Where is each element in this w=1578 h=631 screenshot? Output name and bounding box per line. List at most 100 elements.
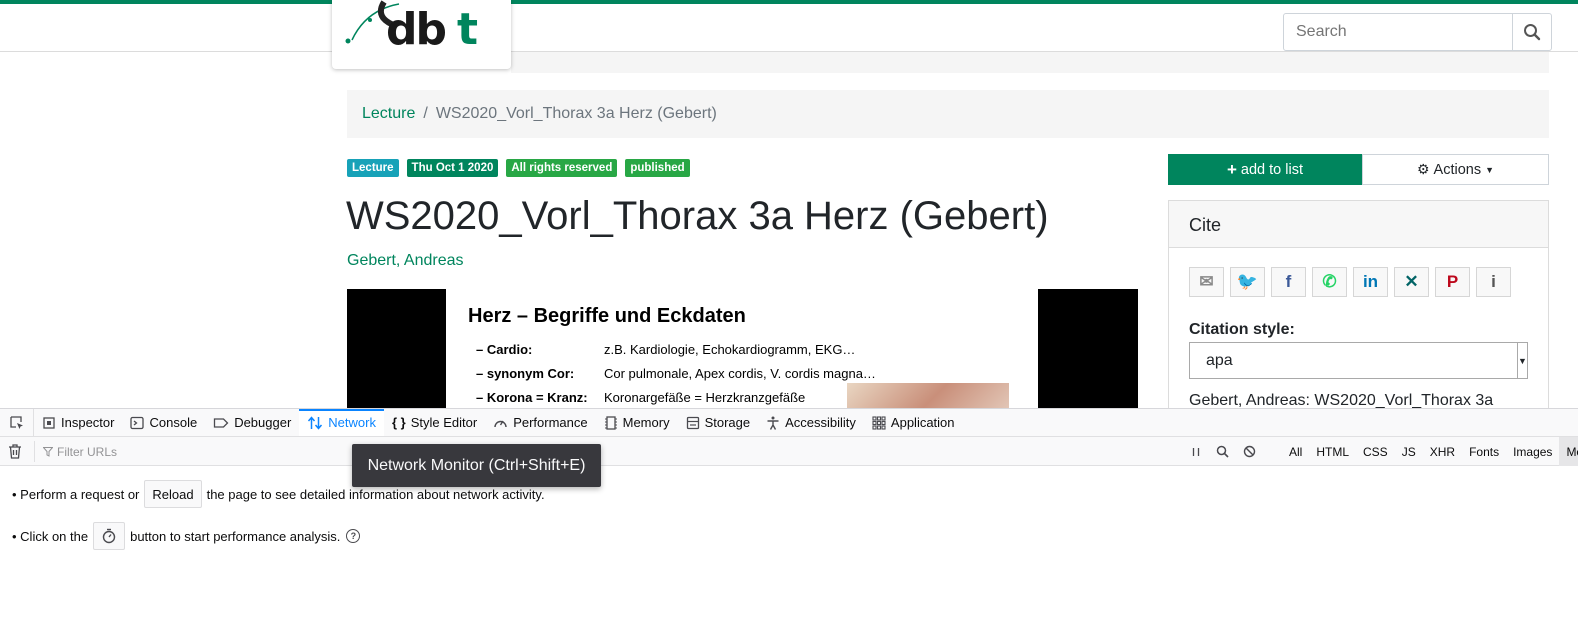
type-filter-images[interactable]: Images bbox=[1506, 437, 1559, 466]
actions-label: Actions bbox=[1433, 161, 1482, 178]
element-picker-icon bbox=[9, 415, 23, 429]
filter-urls-input[interactable]: Filter URLs bbox=[34, 441, 1184, 462]
search-icon[interactable] bbox=[1216, 445, 1229, 458]
navbar-subbar bbox=[511, 52, 1549, 73]
svg-text:db: db bbox=[386, 4, 445, 52]
storage-icon bbox=[686, 416, 699, 429]
twitter-share-button[interactable]: 🐦 bbox=[1230, 267, 1265, 297]
pinterest-share-button[interactable]: P bbox=[1435, 267, 1470, 297]
slide-preview[interactable]: Herz – Begriffe und Eckdaten – Cardio: z.… bbox=[347, 289, 1138, 408]
citation-style-value: apa bbox=[1206, 351, 1233, 369]
gear-icon: ⚙ bbox=[1416, 161, 1430, 177]
tab-performance[interactable]: Performance bbox=[485, 409, 595, 436]
breadcrumb-separator: / bbox=[423, 105, 428, 122]
search-button[interactable] bbox=[1512, 13, 1552, 51]
application-icon bbox=[872, 415, 886, 430]
actions-dropdown-button[interactable]: ⚙ Actions ▼ bbox=[1362, 154, 1549, 185]
search-icon bbox=[1524, 24, 1541, 41]
linkedin-icon: in bbox=[1362, 272, 1379, 291]
clear-button[interactable] bbox=[8, 444, 22, 462]
pause-icon[interactable] bbox=[1190, 446, 1202, 458]
tab-network[interactable]: Network bbox=[299, 409, 384, 436]
tab-inspector[interactable]: Inspector bbox=[34, 409, 122, 436]
site-logo[interactable]: db t bbox=[332, 0, 511, 69]
tab-style-editor[interactable]: { } Style Editor bbox=[384, 409, 485, 436]
type-filter-xhr[interactable]: XHR bbox=[1423, 437, 1462, 466]
slide-row-value: Koronargefäße = Herzkranzgefäße bbox=[604, 390, 806, 405]
slide-row: – Korona = Kranz: Koronargefäße = Herzkra… bbox=[476, 390, 805, 405]
citation-text: Gebert, Andreas: WS2020_Vorl_Thorax 3a bbox=[1189, 392, 1494, 408]
performance-icon bbox=[494, 420, 507, 427]
tab-label: Debugger bbox=[234, 415, 292, 430]
type-filter-media[interactable]: Med bbox=[1559, 437, 1578, 466]
slide-row-key: – Korona = Kranz: bbox=[476, 390, 588, 405]
add-to-list-button[interactable]: + add to list bbox=[1168, 154, 1362, 185]
cite-header: Cite bbox=[1169, 201, 1548, 248]
network-monitor-tooltip: Network Monitor (Ctrl+Shift+E) bbox=[352, 444, 601, 487]
whatsapp-share-button[interactable]: ✆ bbox=[1312, 267, 1347, 297]
stopwatch-icon bbox=[102, 528, 116, 544]
type-filter-js[interactable]: JS bbox=[1395, 437, 1423, 466]
tab-debugger[interactable]: Debugger bbox=[205, 409, 299, 436]
tab-memory[interactable]: Memory bbox=[596, 409, 678, 436]
performance-analysis-button[interactable] bbox=[93, 522, 126, 550]
citation-style-select[interactable]: apa ▼ bbox=[1189, 342, 1528, 379]
share-buttons: ✉ 🐦 f ✆ in ✕ Pi bbox=[1189, 267, 1511, 297]
tab-label: Network bbox=[328, 415, 376, 430]
author-link[interactable]: Gebert, Andreas bbox=[347, 252, 464, 270]
slide-content: Herz – Begriffe und Eckdaten – Cardio: z.… bbox=[446, 289, 1038, 408]
tab-label: Performance bbox=[513, 415, 588, 430]
console-icon bbox=[130, 416, 145, 429]
element-picker-button[interactable] bbox=[0, 409, 34, 436]
breadcrumb-link-lecture[interactable]: Lecture bbox=[362, 105, 415, 123]
network-toolbar: Filter URLs All HTML CSS JS XHR Fonts Im… bbox=[0, 437, 1578, 466]
navbar bbox=[0, 4, 1578, 52]
tab-label: Storage bbox=[704, 415, 751, 430]
slide-row-key: – synonym Cor: bbox=[476, 366, 575, 381]
email-share-button[interactable]: ✉ bbox=[1189, 267, 1224, 297]
slide-title: Herz – Begriffe und Eckdaten bbox=[468, 305, 746, 327]
filter-placeholder: Filter URLs bbox=[57, 444, 118, 459]
devtools-tabbar: Inspector Console Debugger Network { } S… bbox=[0, 409, 1578, 437]
info-icon: i bbox=[1491, 272, 1496, 291]
web-page: db t Lecture / WS2020_Vorl_Thorax 3a Her… bbox=[0, 0, 1578, 408]
linkedin-share-button[interactable]: in bbox=[1353, 267, 1388, 297]
plus-icon: + bbox=[1226, 159, 1237, 179]
slide-row: – Cardio: z.B. Kardiologie, Echokardiogra… bbox=[476, 342, 855, 357]
cite-card: Cite ✉ 🐦 f ✆ in ✕ Pi Citation style: apa ▼ Geb… bbox=[1168, 200, 1549, 408]
reload-hint-prefix: • Perform a request or bbox=[12, 486, 140, 502]
whatsapp-icon: ✆ bbox=[1322, 272, 1337, 291]
tab-label: Console bbox=[149, 415, 198, 430]
tab-accessibility[interactable]: Accessibility bbox=[758, 409, 864, 436]
select-caret-icon: ▼ bbox=[1517, 343, 1527, 378]
reload-button[interactable]: Reload bbox=[144, 480, 202, 508]
slide-row-value: Cor pulmonale, Apex cordis, V. cordis ma… bbox=[604, 366, 876, 381]
xing-icon: ✕ bbox=[1404, 272, 1419, 291]
type-filter-fonts[interactable]: Fonts bbox=[1462, 437, 1506, 466]
style-editor-icon: { } bbox=[391, 415, 406, 430]
reload-hint-suffix: the page to see detailed information abo… bbox=[206, 486, 545, 502]
tab-label: Accessibility bbox=[785, 415, 856, 430]
type-filter-all[interactable]: All bbox=[1282, 437, 1309, 466]
type-filter-css[interactable]: CSS bbox=[1356, 437, 1395, 466]
accessibility-icon bbox=[767, 416, 779, 430]
tab-application[interactable]: Application bbox=[864, 409, 963, 436]
block-icon[interactable] bbox=[1243, 445, 1256, 458]
tab-console[interactable]: Console bbox=[122, 409, 205, 436]
badge-row: Lecture Thu Oct 1 2020 All rights reserv… bbox=[347, 159, 690, 177]
network-icon bbox=[308, 415, 323, 430]
citation-style-label: Citation style: bbox=[1189, 321, 1295, 338]
tab-storage[interactable]: Storage bbox=[678, 409, 759, 436]
heart-illustration bbox=[847, 383, 1009, 408]
help-icon[interactable]: ? bbox=[346, 529, 361, 543]
search-input[interactable] bbox=[1283, 13, 1513, 51]
toolbar-icons bbox=[1190, 437, 1256, 466]
tab-label: Style Editor bbox=[410, 415, 478, 430]
facebook-share-button[interactable]: f bbox=[1271, 267, 1306, 297]
type-filters: All HTML CSS JS XHR Fonts Images Med bbox=[1282, 437, 1578, 466]
tab-label: Inspector bbox=[61, 415, 115, 430]
email-icon: ✉ bbox=[1199, 272, 1214, 291]
xing-share-button[interactable]: ✕ bbox=[1394, 267, 1429, 297]
type-filter-html[interactable]: HTML bbox=[1309, 437, 1356, 466]
info-share-button[interactable]: i bbox=[1476, 267, 1511, 297]
